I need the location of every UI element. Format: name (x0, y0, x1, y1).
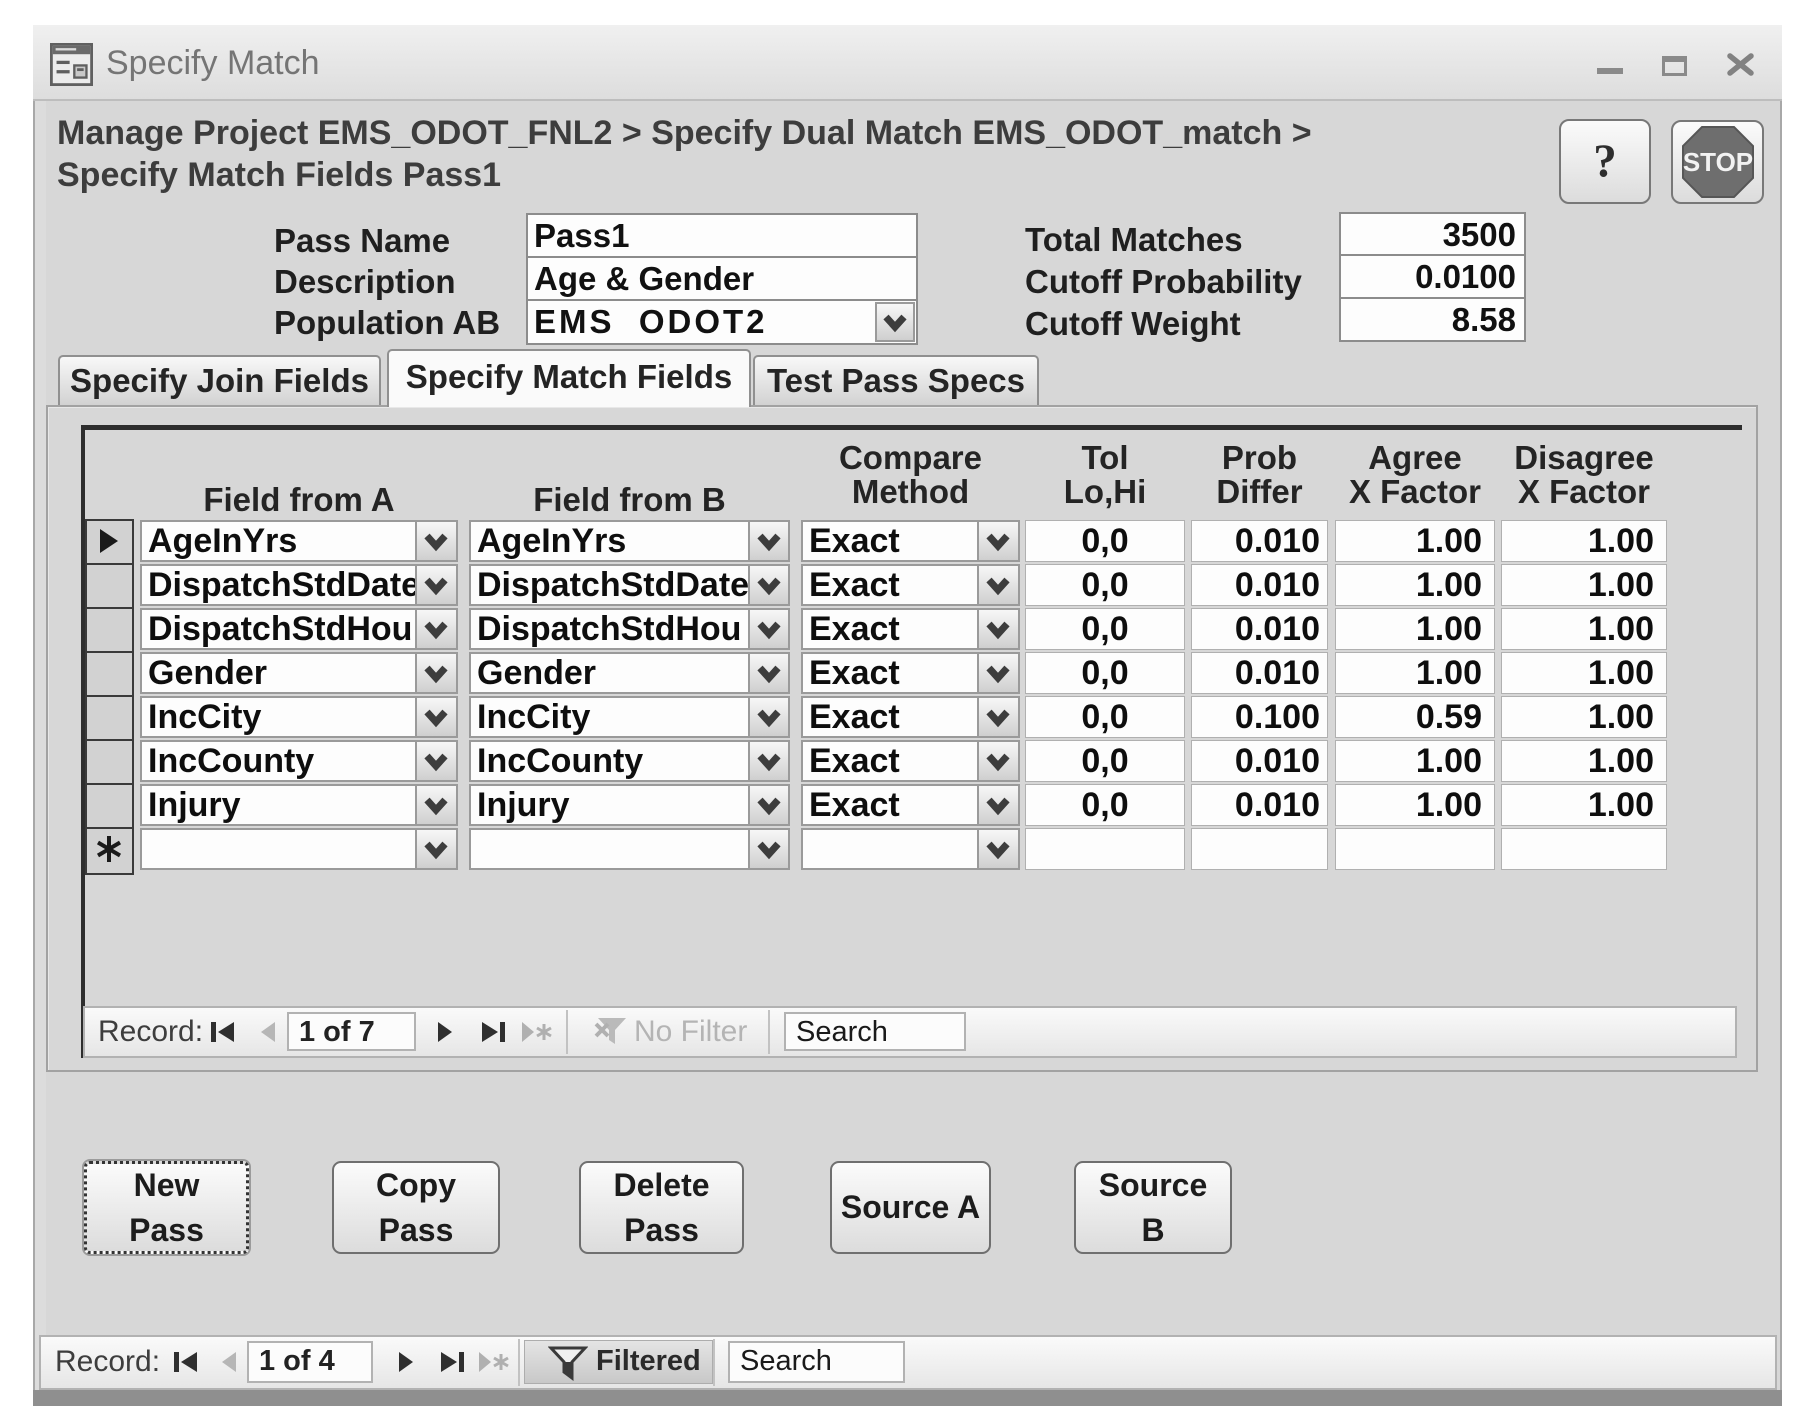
svg-text:STOP: STOP (1682, 147, 1752, 177)
